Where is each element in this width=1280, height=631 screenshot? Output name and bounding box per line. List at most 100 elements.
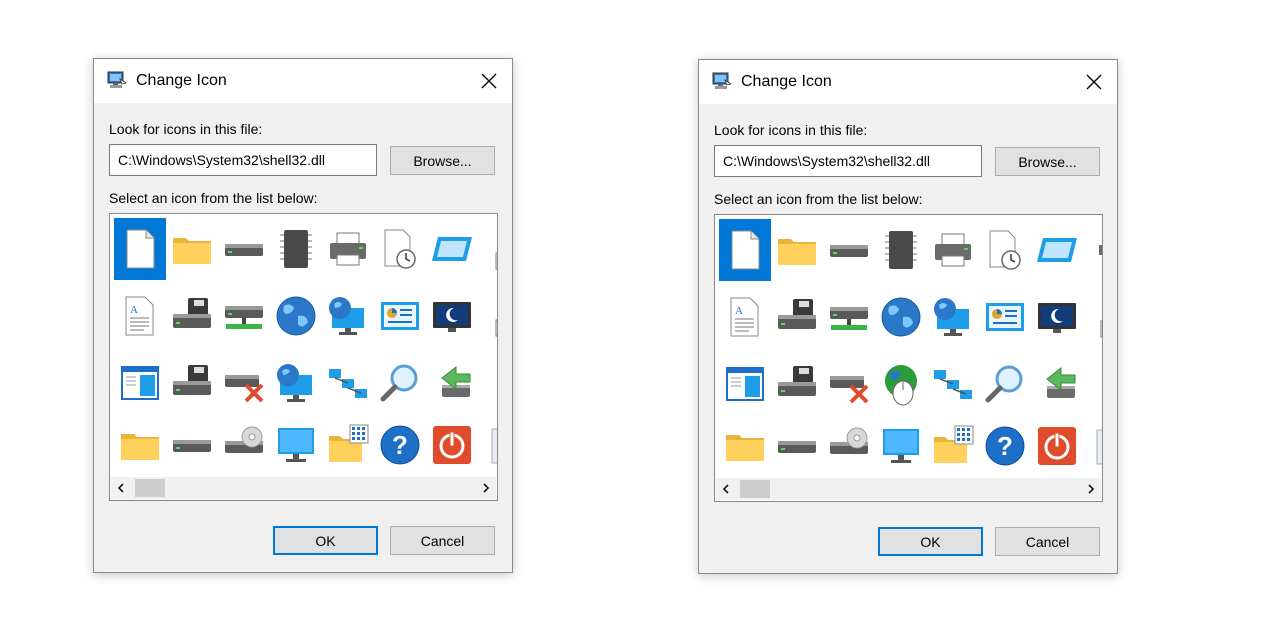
icon-cell[interactable] bbox=[1083, 415, 1102, 477]
icon-cell[interactable] bbox=[426, 285, 478, 347]
speaker-icon bbox=[1099, 245, 1102, 255]
icon-cell[interactable] bbox=[719, 353, 771, 415]
icon-cell[interactable] bbox=[771, 353, 823, 415]
icon-cell[interactable] bbox=[270, 414, 322, 476]
icon-cell[interactable] bbox=[322, 352, 374, 414]
icon-cell[interactable] bbox=[478, 218, 497, 280]
icon-cell[interactable] bbox=[719, 415, 771, 477]
icon-cell[interactable] bbox=[218, 414, 270, 476]
file-path-input[interactable] bbox=[714, 145, 982, 177]
icon-cell[interactable]: A bbox=[114, 285, 166, 347]
icon-cell[interactable] bbox=[1031, 353, 1083, 415]
icon-cell[interactable] bbox=[114, 218, 166, 280]
icon-cell[interactable] bbox=[979, 353, 1031, 415]
folder-icon bbox=[726, 435, 764, 461]
scroll-right-button[interactable] bbox=[1081, 478, 1101, 500]
select-icon-label: Select an icon from the list below: bbox=[109, 190, 318, 206]
icon-cell[interactable] bbox=[875, 353, 927, 415]
change-icon-dialog: Change Icon Look for icons in this file:… bbox=[93, 58, 513, 573]
icon-cell[interactable] bbox=[875, 415, 927, 477]
icon-cell[interactable]: ? bbox=[374, 414, 426, 476]
browse-button[interactable]: Browse... bbox=[390, 146, 495, 175]
icon-cell[interactable] bbox=[270, 218, 322, 280]
icon-cell[interactable] bbox=[270, 285, 322, 347]
icon-cell[interactable] bbox=[719, 219, 771, 281]
icon-cell[interactable] bbox=[166, 352, 218, 414]
icon-cell[interactable] bbox=[166, 285, 218, 347]
scroll-thumb[interactable] bbox=[135, 479, 165, 497]
icon-cell[interactable] bbox=[374, 352, 426, 414]
icon-cell[interactable] bbox=[218, 218, 270, 280]
icon-cell[interactable]: A bbox=[719, 286, 771, 348]
icon-cell[interactable] bbox=[322, 218, 374, 280]
icon-cell[interactable] bbox=[1031, 286, 1083, 348]
icon-cell[interactable] bbox=[218, 285, 270, 347]
folder-grid-icon bbox=[934, 425, 974, 463]
icon-cell[interactable] bbox=[426, 352, 478, 414]
icon-cell[interactable] bbox=[823, 286, 875, 348]
icon-cell[interactable] bbox=[927, 286, 979, 348]
icon-cell[interactable] bbox=[166, 218, 218, 280]
cancel-button[interactable]: Cancel bbox=[390, 526, 495, 555]
horizontal-scrollbar[interactable] bbox=[716, 478, 1101, 500]
icon-cell[interactable] bbox=[374, 218, 426, 280]
icon-cell[interactable] bbox=[426, 414, 478, 476]
icon-cell[interactable] bbox=[771, 286, 823, 348]
shortcut-arrow-icon bbox=[495, 319, 497, 337]
svg-text:A: A bbox=[130, 304, 138, 316]
icon-cell[interactable] bbox=[1083, 286, 1102, 348]
scroll-left-button[interactable] bbox=[111, 477, 131, 499]
icon-cell[interactable]: ? bbox=[979, 415, 1031, 477]
ok-button[interactable]: OK bbox=[878, 527, 983, 556]
icon-cell[interactable] bbox=[114, 352, 166, 414]
ok-button[interactable]: OK bbox=[273, 526, 378, 555]
icon-cell[interactable] bbox=[478, 352, 497, 414]
close-button[interactable] bbox=[1077, 66, 1111, 98]
monitor-icon bbox=[883, 429, 919, 463]
icon-cell[interactable] bbox=[478, 285, 497, 347]
icon-cell[interactable] bbox=[823, 353, 875, 415]
monitor-icon bbox=[712, 71, 732, 91]
file-path-input[interactable] bbox=[109, 144, 377, 176]
icon-cell[interactable] bbox=[478, 414, 497, 476]
icon-list[interactable]: A? bbox=[714, 214, 1103, 502]
shortcut-arrow-icon bbox=[1100, 320, 1102, 338]
scroll-thumb[interactable] bbox=[740, 480, 770, 498]
icon-cell[interactable] bbox=[875, 219, 927, 281]
browse-button[interactable]: Browse... bbox=[995, 147, 1100, 176]
horizontal-scrollbar[interactable] bbox=[111, 477, 496, 499]
icon-list[interactable]: A? bbox=[109, 213, 498, 501]
cancel-button[interactable]: Cancel bbox=[995, 527, 1100, 556]
scroll-right-button[interactable] bbox=[476, 477, 496, 499]
icon-cell[interactable] bbox=[322, 414, 374, 476]
icon-cell[interactable] bbox=[1083, 219, 1102, 281]
icon-cell[interactable] bbox=[927, 353, 979, 415]
icon-cell[interactable] bbox=[322, 285, 374, 347]
dialog-title: Change Icon bbox=[136, 72, 227, 89]
icon-cell[interactable] bbox=[979, 219, 1031, 281]
icon-cell[interactable] bbox=[114, 414, 166, 476]
icon-cell[interactable] bbox=[218, 352, 270, 414]
icon-cell[interactable] bbox=[927, 415, 979, 477]
icon-cell[interactable] bbox=[1031, 219, 1083, 281]
icon-cell[interactable] bbox=[1031, 415, 1083, 477]
network-drive-icon bbox=[830, 307, 868, 330]
icon-cell[interactable] bbox=[426, 218, 478, 280]
icon-cell[interactable] bbox=[1083, 353, 1102, 415]
scroll-left-button[interactable] bbox=[716, 478, 736, 500]
recycle-bin-icon bbox=[491, 428, 497, 464]
screensaver-monitor-icon bbox=[1038, 303, 1076, 333]
icon-cell[interactable] bbox=[374, 285, 426, 347]
icon-cell[interactable] bbox=[875, 286, 927, 348]
icon-cell[interactable] bbox=[979, 286, 1031, 348]
icon-cell[interactable] bbox=[823, 415, 875, 477]
icon-cell[interactable] bbox=[166, 414, 218, 476]
icon-cell[interactable] bbox=[771, 219, 823, 281]
icon-cell[interactable] bbox=[270, 352, 322, 414]
close-button[interactable] bbox=[472, 65, 506, 97]
icon-cell[interactable] bbox=[823, 219, 875, 281]
chevron-left-icon bbox=[722, 484, 729, 494]
icon-cell[interactable] bbox=[771, 415, 823, 477]
icon-cell[interactable] bbox=[927, 219, 979, 281]
network-links-icon bbox=[329, 369, 367, 398]
